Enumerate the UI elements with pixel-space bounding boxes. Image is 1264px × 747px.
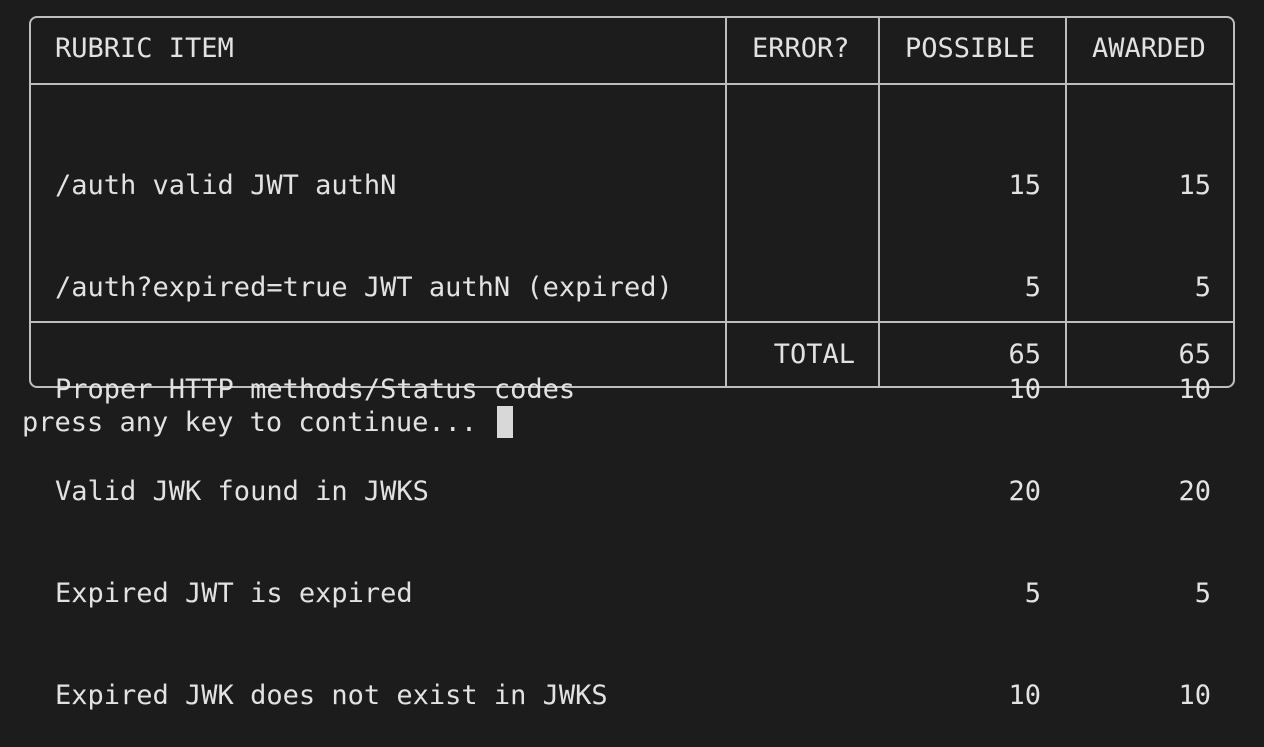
header-rubric-item: RUBRIC ITEM [55,33,234,64]
table-row-error [740,679,855,713]
table-row-item: Valid JWK found in JWKS [55,476,429,507]
table-row-awarded: 10 [1178,680,1211,711]
awarded-column: 15 5 10 20 5 10 [1080,101,1211,747]
table-column-divider [725,16,727,388]
table-row-error [740,271,855,305]
possible-column: 15 5 10 20 5 10 [895,101,1041,747]
table-row-possible: 20 [1008,476,1041,507]
table-row-possible: 5 [1024,272,1041,303]
continue-prompt: press any key to continue... [22,407,478,438]
table-row-awarded: 5 [1194,272,1211,303]
table-row-awarded: 20 [1178,476,1211,507]
table-row-possible: 15 [1008,170,1041,201]
table-row-error [740,577,855,611]
table-row-awarded: 15 [1178,170,1211,201]
table-row-awarded: 10 [1178,374,1211,405]
total-possible: 65 [1008,339,1041,370]
total-label: TOTAL [773,339,855,370]
terminal-cursor[interactable] [497,406,513,438]
header-possible: POSSIBLE [905,33,1036,64]
table-row-possible: 5 [1024,578,1041,609]
table-column-divider [878,16,880,388]
table-row-item: Expired JWT is expired [55,578,413,609]
table-row-possible: 10 [1008,374,1041,405]
table-row-error [740,169,855,203]
table-row-error [740,373,855,407]
header-error: ERROR? [752,33,850,64]
table-row-possible: 10 [1008,680,1041,711]
table-row-item: /auth?expired=true JWT authN (expired) [55,272,673,303]
table-row-item: /auth valid JWT authN [55,170,397,201]
table-row-item: Expired JWK does not exist in JWKS [55,680,608,711]
table-column-divider [1065,16,1067,388]
header-awarded: AWARDED [1092,33,1206,64]
total-awarded: 65 [1178,339,1211,370]
table-row-item: Proper HTTP methods/Status codes [55,374,576,405]
error-column [740,101,855,747]
table-row-awarded: 5 [1194,578,1211,609]
table-row-error [740,475,855,509]
table-header-divider [29,83,1235,85]
